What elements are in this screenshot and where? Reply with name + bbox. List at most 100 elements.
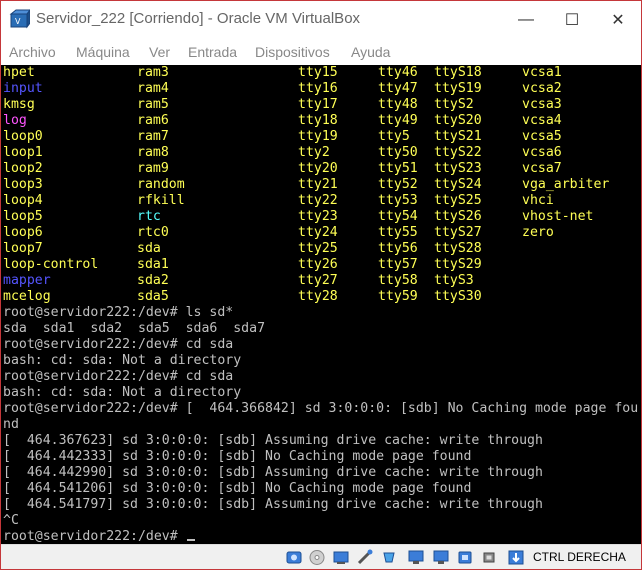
device-entry: ttyS29	[434, 257, 482, 272]
console-line-text: [ 464.442990] sd 3:0:0:0: [sdb] Assuming…	[3, 465, 543, 480]
hard-disk-icon[interactable]	[285, 549, 303, 566]
device-entry: loop6	[3, 225, 43, 240]
device-entry: tty17	[298, 97, 338, 112]
device-entry: ram8	[137, 145, 169, 160]
device-entry: zero	[522, 225, 554, 240]
virtualbox-window: V Servidor_222 [Corriendo] - Oracle VM V…	[0, 0, 642, 570]
device-entry: loop-control	[3, 257, 99, 272]
device-entry: rfkill	[137, 193, 185, 208]
device-entry: vcsa5	[522, 129, 562, 144]
console-line-text: ^C	[3, 513, 19, 528]
device-entry: ttyS2	[434, 97, 474, 112]
console-line: root@servidor222:/dev#	[3, 529, 195, 544]
title-bar[interactable]: V Servidor_222 [Corriendo] - Oracle VM V…	[1, 1, 641, 39]
console-line: root@servidor222:/dev# [ 464.366842] sd …	[3, 401, 638, 417]
network-icon[interactable]	[356, 549, 374, 566]
device-entry: vga_arbiter	[522, 177, 610, 192]
console-line-text: root@servidor222:/dev# ls sd*	[3, 305, 234, 320]
console-line-text: [ 464.367623] sd 3:0:0:0: [sdb] Assuming…	[3, 433, 543, 448]
optical-drive-icon[interactable]	[308, 549, 326, 566]
device-entry: tty20	[298, 161, 338, 176]
device-entry: tty15	[298, 65, 338, 80]
device-entry: ram5	[137, 97, 169, 112]
display-icon[interactable]	[432, 549, 450, 566]
device-entry: vhost-net	[522, 209, 594, 224]
device-entry: tty47	[378, 81, 418, 96]
device-entry: loop2	[3, 161, 43, 176]
audio-icon[interactable]	[332, 549, 350, 566]
menu-bar: Archivo Máquina Ver Entrada Dispositivos…	[1, 41, 641, 65]
device-entry: tty56	[378, 241, 418, 256]
menu-ver[interactable]: Ver	[149, 44, 170, 60]
console-line: root@servidor222:/dev# ls sd*	[3, 305, 233, 321]
console-line: nd	[3, 417, 19, 433]
device-entry: sda1	[137, 257, 169, 272]
status-bar: CTRL DERECHA	[1, 544, 641, 569]
device-entry: tty27	[298, 273, 338, 288]
maximize-button[interactable]: ☐	[549, 1, 595, 39]
console-line-text: root@servidor222:/dev# cd sda	[3, 337, 234, 352]
console-line-text: [ 464.541797] sd 3:0:0:0: [sdb] Assuming…	[3, 497, 543, 512]
device-entry: ttyS18	[434, 65, 482, 80]
console-line: [ 464.541206] sd 3:0:0:0: [sdb] No Cachi…	[3, 481, 471, 497]
menu-archivo[interactable]: Archivo	[9, 44, 56, 60]
mouse-integration-icon[interactable]	[507, 549, 525, 566]
host-key-label: CTRL DERECHA	[533, 550, 626, 564]
device-entry: ttyS21	[434, 129, 482, 144]
device-entry: vcsa4	[522, 113, 562, 128]
device-entry: ttyS28	[434, 241, 482, 256]
device-entry: tty52	[378, 177, 418, 192]
device-entry: sda2	[137, 273, 169, 288]
console-line: [ 464.442990] sd 3:0:0:0: [sdb] Assuming…	[3, 465, 543, 481]
menu-maquina[interactable]: Máquina	[76, 44, 130, 60]
device-entry: vcsa6	[522, 145, 562, 160]
vm-console-screen[interactable]: hpet input kmsg log loop0 loop1 loop2 loop3 loop…	[1, 65, 641, 544]
menu-ayuda[interactable]: Ayuda	[351, 44, 390, 60]
menu-entrada[interactable]: Entrada	[188, 44, 237, 60]
device-entry: loop1	[3, 145, 43, 160]
device-entry: sda5	[137, 289, 169, 304]
device-entry: loop3	[3, 177, 43, 192]
console-line: [ 464.367623] sd 3:0:0:0: [sdb] Assuming…	[3, 433, 543, 449]
device-entry: random	[137, 177, 185, 192]
device-entry: kmsg	[3, 97, 35, 112]
device-entry: ttyS27	[434, 225, 482, 240]
menu-dispositivos[interactable]: Dispositivos	[255, 44, 330, 60]
device-entry: tty22	[298, 193, 338, 208]
device-entry: tty21	[298, 177, 338, 192]
console-line: sda sda1 sda2 sda5 sda6 sda7	[3, 321, 265, 337]
console-line-text: [ 464.442333] sd 3:0:0:0: [sdb] No Cachi…	[3, 449, 472, 464]
video-capture-icon[interactable]	[456, 549, 474, 566]
device-entry: ttyS22	[434, 145, 482, 160]
minimize-icon: —	[518, 11, 534, 28]
usb-icon[interactable]	[380, 549, 398, 566]
device-entry: rtc0	[137, 225, 169, 240]
console-line-text: nd	[3, 417, 19, 432]
device-entry: tty46	[378, 65, 418, 80]
device-entry: tty18	[298, 113, 338, 128]
cpu-icon[interactable]	[480, 549, 498, 566]
device-entry: vcsa2	[522, 81, 562, 96]
device-entry: sda	[137, 241, 161, 256]
device-entry: tty24	[298, 225, 338, 240]
device-entry: ram3	[137, 65, 169, 80]
close-button[interactable]: ✕	[595, 1, 641, 39]
device-entry: ttyS3	[434, 273, 474, 288]
minimize-button[interactable]: —	[503, 1, 549, 39]
device-entry: loop5	[3, 209, 43, 224]
device-entry: tty55	[378, 225, 418, 240]
device-entry: tty57	[378, 257, 418, 272]
device-entry: ram9	[137, 161, 169, 176]
device-entry: input	[3, 81, 43, 96]
console-line-text: sda sda1 sda2 sda5 sda6 sda7	[3, 321, 266, 336]
device-entry: tty53	[378, 193, 418, 208]
device-entry: tty58	[378, 273, 418, 288]
device-entry: loop4	[3, 193, 43, 208]
device-entry: vcsa3	[522, 97, 562, 112]
shared-folders-icon[interactable]	[407, 549, 425, 566]
device-entry: ttyS23	[434, 161, 482, 176]
device-entry: tty2	[298, 145, 330, 160]
console-line: root@servidor222:/dev# cd sda	[3, 369, 233, 385]
device-entry: ttyS20	[434, 113, 482, 128]
device-entry: loop7	[3, 241, 43, 256]
